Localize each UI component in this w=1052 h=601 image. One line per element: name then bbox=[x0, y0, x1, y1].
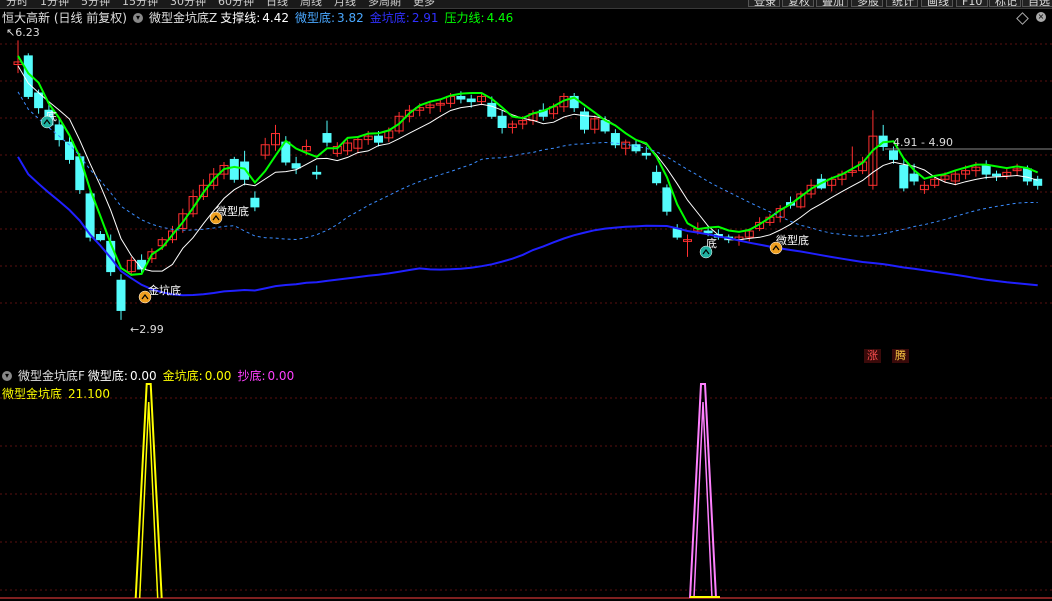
candle-down bbox=[229, 158, 239, 180]
period-4[interactable]: 30分钟 bbox=[164, 0, 212, 8]
gold-value: 2.91 bbox=[411, 10, 439, 25]
candle-down bbox=[466, 98, 476, 103]
candle-down bbox=[662, 187, 672, 212]
low-price-label: ←2.99 bbox=[130, 323, 164, 336]
period-0[interactable]: 分时 bbox=[0, 0, 34, 8]
period-9[interactable]: 多周期 bbox=[362, 0, 407, 8]
gold-bottom-line bbox=[17, 156, 1038, 297]
pressure-value: 4.46 bbox=[486, 10, 514, 25]
candle-down bbox=[322, 133, 332, 143]
candle-down bbox=[250, 197, 260, 208]
candle-down bbox=[374, 135, 383, 143]
micro-bottom-line bbox=[17, 91, 1038, 241]
candle-down bbox=[1022, 168, 1032, 182]
price-chart[interactable]: ↖6.23←2.994.91 - 4.90金坑底微型底微型底底底 bbox=[0, 26, 1052, 366]
period-5[interactable]: 60分钟 bbox=[212, 0, 260, 8]
period-2[interactable]: 5分钟 bbox=[75, 0, 116, 8]
gold-bottom-icon bbox=[138, 290, 152, 304]
badge-teng: 腾 bbox=[892, 349, 909, 363]
toolbar-btn-7[interactable]: 标记 bbox=[989, 0, 1021, 7]
toolbar-btn-6[interactable]: F10 bbox=[956, 0, 988, 7]
candle-down bbox=[312, 171, 322, 175]
candle-down bbox=[456, 95, 466, 100]
micro-label: 微型底: bbox=[295, 11, 336, 25]
candle-down bbox=[981, 164, 991, 175]
candle-down bbox=[580, 111, 589, 130]
support-value: 4.42 bbox=[262, 10, 289, 25]
toolbar-btn-5[interactable]: 画线 bbox=[921, 0, 953, 7]
toolbar-btn-1[interactable]: 复权 bbox=[782, 0, 814, 7]
candle-down bbox=[703, 230, 713, 234]
candle-down bbox=[240, 161, 250, 180]
main-indicator-name[interactable]: 微型金坑底Z bbox=[149, 9, 217, 26]
toolbar-btn-8[interactable]: 自选 bbox=[1022, 0, 1052, 7]
collapse-diamond-icon[interactable] bbox=[1016, 12, 1029, 25]
bottom-icon-2 bbox=[699, 245, 713, 259]
candle-down bbox=[652, 171, 662, 184]
close-circle-icon[interactable]: × bbox=[1036, 12, 1046, 22]
micro-bottom-icon-2 bbox=[769, 241, 783, 255]
candle-down bbox=[889, 150, 898, 160]
period-10[interactable]: 更多 bbox=[407, 0, 441, 8]
period-7[interactable]: 周线 bbox=[294, 0, 328, 8]
candle-down bbox=[631, 144, 641, 152]
stock-name[interactable]: 恒大高新 (日线 前复权) bbox=[2, 9, 127, 26]
gold-bottom-marker-text: 金坑底 bbox=[148, 283, 181, 297]
candle-down bbox=[992, 173, 1001, 177]
support-label: 支撑线: bbox=[220, 11, 261, 25]
period-6[interactable]: 日线 bbox=[260, 0, 294, 8]
pressure-label: 压力线: bbox=[444, 11, 485, 25]
chaodi-signal-spike-inner bbox=[693, 401, 713, 599]
candle-down bbox=[899, 164, 909, 189]
candle-down bbox=[54, 124, 64, 141]
period-1[interactable]: 1分钟 bbox=[34, 0, 75, 8]
toolbar-btn-4[interactable]: 统计 bbox=[886, 0, 918, 7]
candle-down bbox=[116, 279, 126, 311]
candle-down bbox=[95, 233, 105, 241]
indicator-menu-icon[interactable]: ▾ bbox=[133, 12, 143, 23]
high-price-label: ↖6.23 bbox=[6, 26, 40, 39]
badge-zhang: 涨 bbox=[864, 349, 881, 363]
gold-label: 金坑底: bbox=[369, 11, 410, 25]
range-label: 4.91 - 4.90 bbox=[893, 136, 953, 149]
indicator-chart[interactable] bbox=[0, 362, 1052, 601]
candle-down bbox=[641, 152, 651, 156]
toolbar-btn-2[interactable]: 叠加 bbox=[816, 0, 848, 7]
gold-signal-spike-inner bbox=[138, 401, 159, 599]
micro-value: 3.82 bbox=[337, 10, 364, 25]
candle-down bbox=[497, 115, 507, 129]
period-3[interactable]: 15分钟 bbox=[116, 0, 164, 8]
bottom-icon-1 bbox=[40, 115, 54, 129]
micro-bottom-icon-1 bbox=[209, 211, 223, 225]
main-legend: 恒大高新 (日线 前复权) ▾ 微型金坑底Z 支撑线: 4.42 微型底: 3.… bbox=[2, 9, 519, 26]
candle-down bbox=[909, 173, 919, 182]
candle-down bbox=[75, 156, 85, 191]
period-8[interactable]: 月线 bbox=[328, 0, 362, 8]
period-toolbar: 分时 1分钟 5分钟 15分钟 30分钟 60分钟 日线 周线 月线 多周期 更多 登录 复权 叠加 多股… bbox=[0, 0, 1052, 9]
toolbar-btn-3[interactable]: 多股 bbox=[851, 0, 883, 7]
support-line bbox=[17, 65, 1038, 272]
candle-down bbox=[291, 163, 301, 169]
toolbar-btn-0[interactable]: 登录 bbox=[748, 0, 780, 7]
